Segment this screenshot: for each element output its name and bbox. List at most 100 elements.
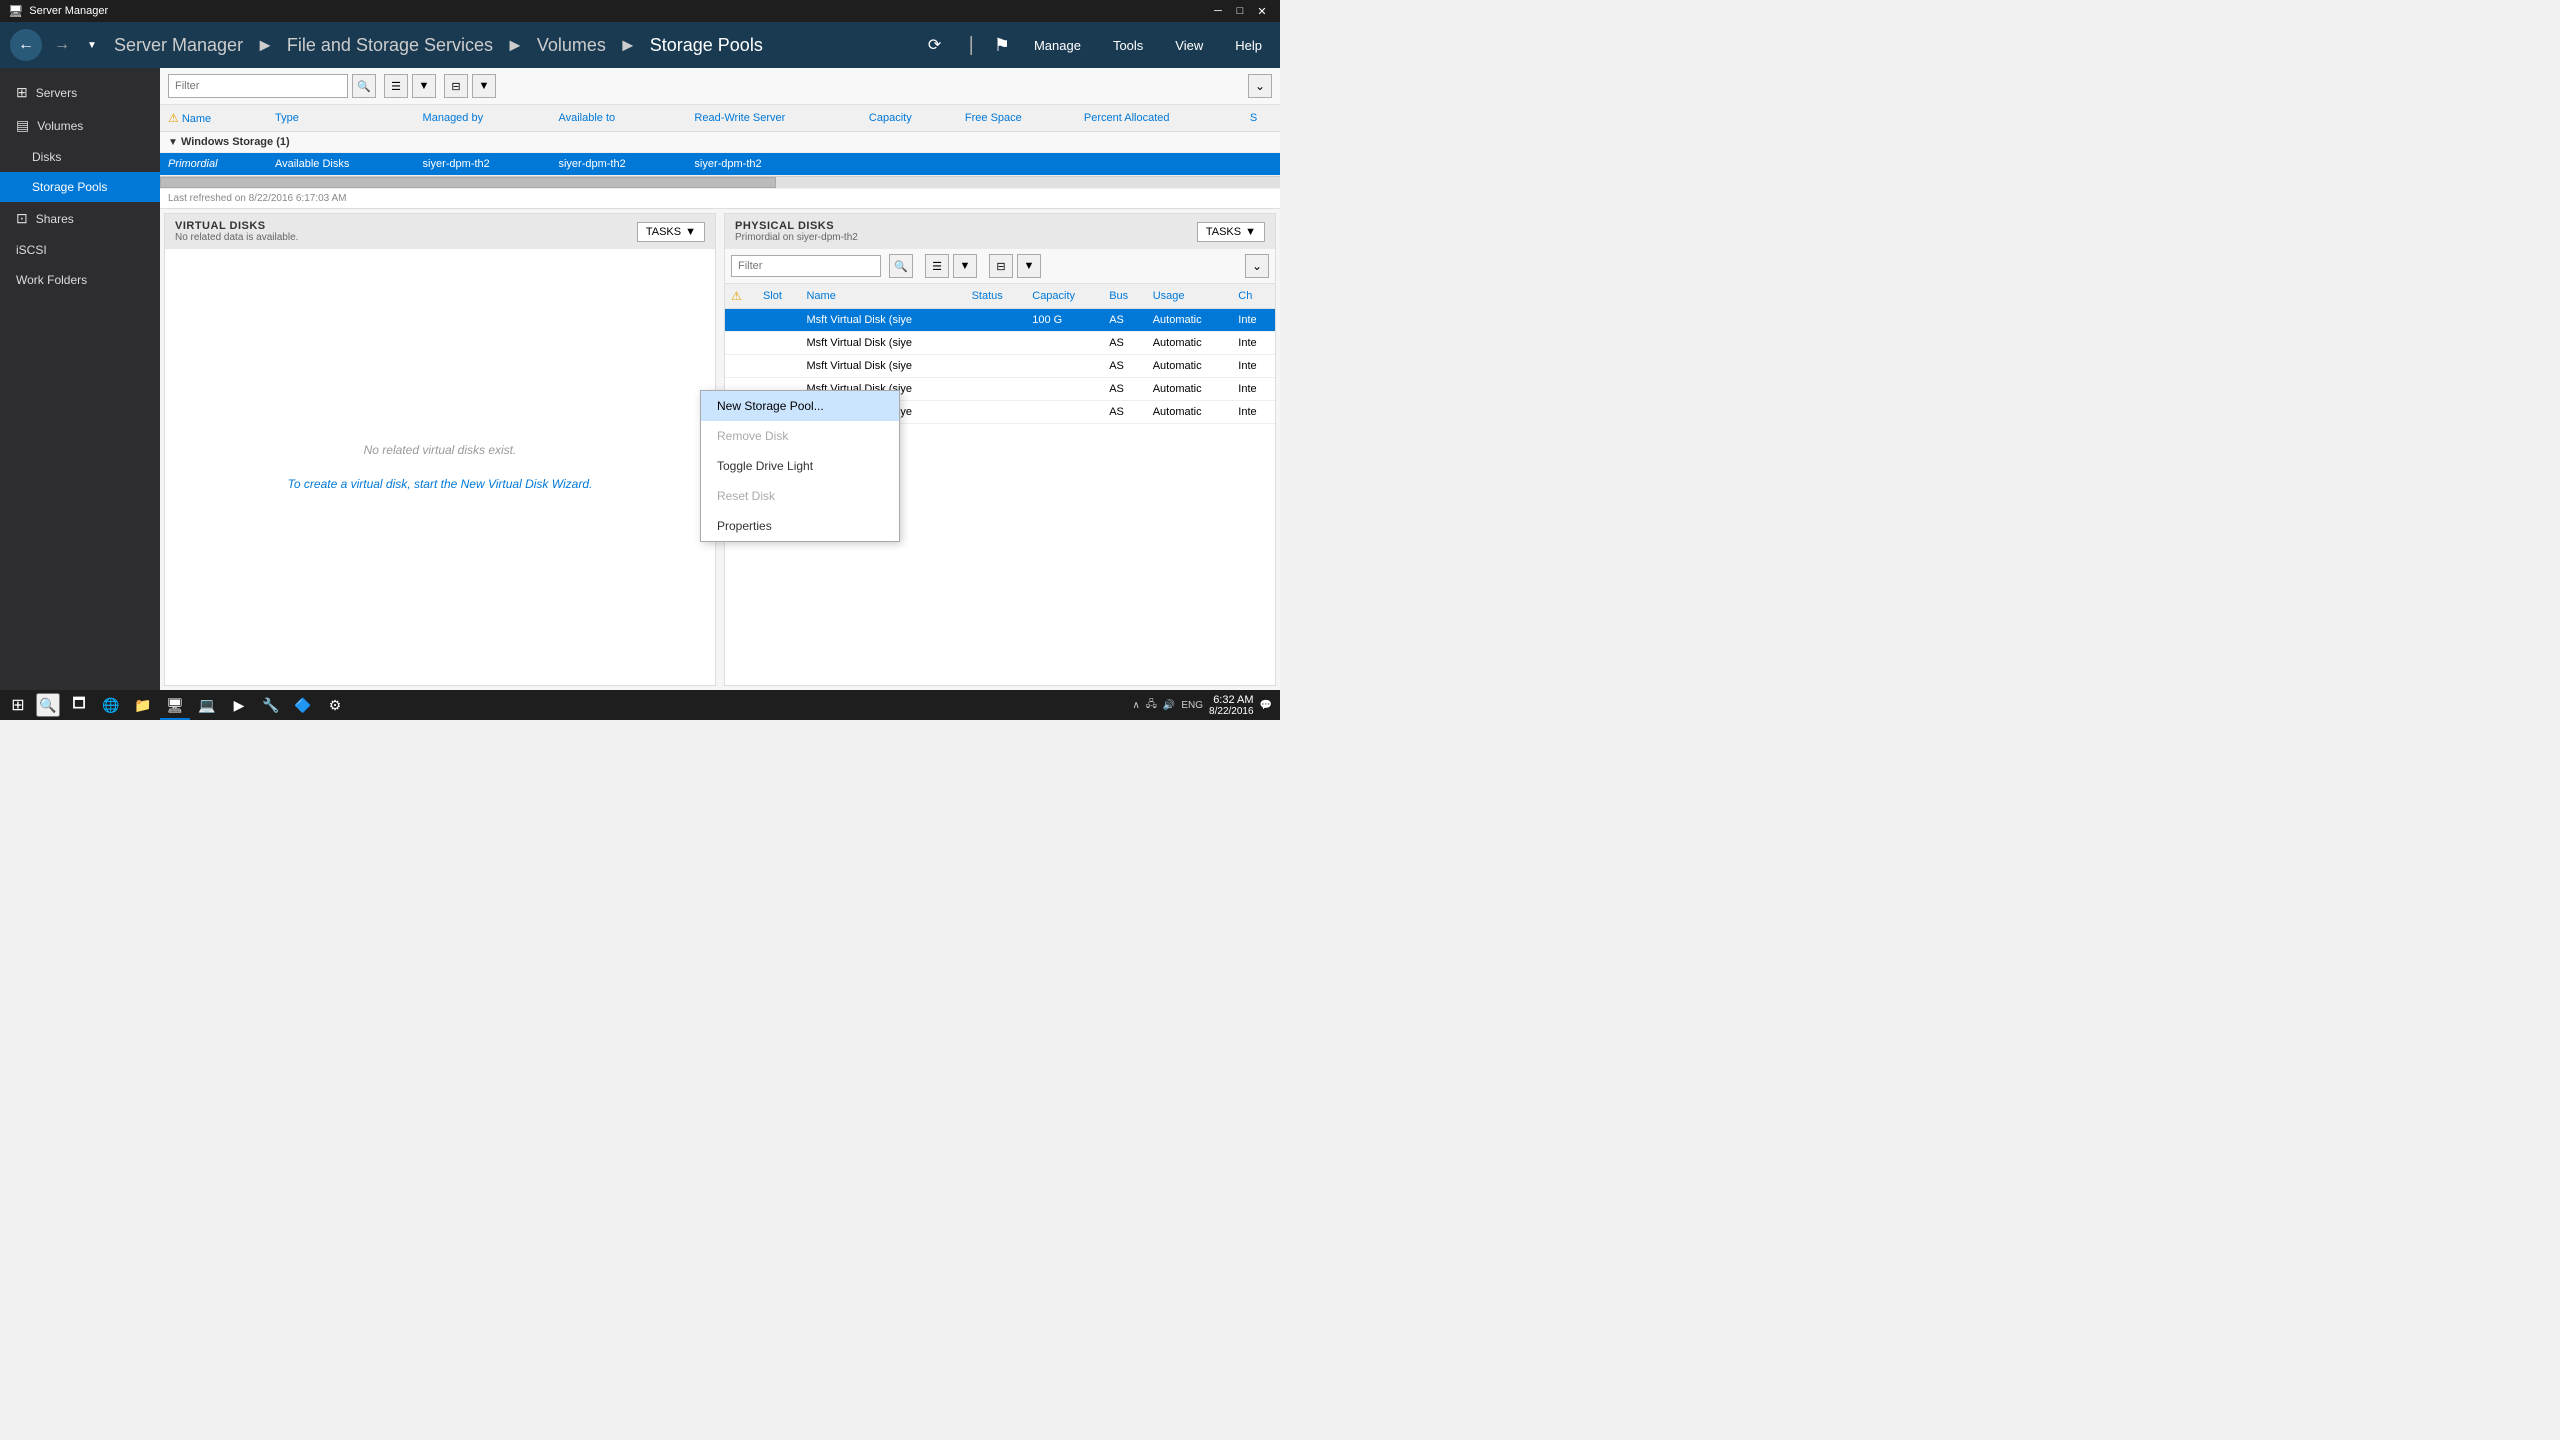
collapse-button[interactable]: ⌄ <box>1248 74 1272 98</box>
context-menu-toggle-drive-light[interactable]: Toggle Drive Light <box>701 451 899 481</box>
context-menu-remove-disk: Remove Disk <box>701 421 899 451</box>
refresh-button[interactable]: ⟳ <box>921 31 949 59</box>
col-header-free-space[interactable]: Free Space <box>957 105 1076 132</box>
view-menu[interactable]: View <box>1167 34 1211 57</box>
phys-sort-button[interactable]: ⊟ <box>989 254 1013 278</box>
sidebar-item-work-folders[interactable]: Work Folders <box>0 265 160 295</box>
col-header-capacity[interactable]: Capacity <box>861 105 957 132</box>
phys-list-view-button[interactable]: ☰ <box>925 254 949 278</box>
nav-dropdown-button[interactable]: ▼ <box>82 29 102 61</box>
sidebar-item-shares[interactable]: ⊡ Shares <box>0 202 160 235</box>
close-button[interactable]: ✕ <box>1252 3 1272 19</box>
sidebar-item-volumes[interactable]: ▤ Volumes <box>0 109 160 142</box>
breadcrumb-volumes[interactable]: Volumes <box>537 35 606 55</box>
help-menu[interactable]: Help <box>1227 34 1270 57</box>
tray-volume[interactable]: 🔊 <box>1163 700 1175 711</box>
taskbar-clock[interactable]: 6:32 AM 8/22/2016 <box>1209 694 1254 717</box>
phys-cell-status <box>966 309 1027 332</box>
phys-table-row[interactable]: Msft Virtual Disk (siye AS Automatic Int… <box>725 355 1275 378</box>
sidebar-label-shares: Shares <box>36 212 74 226</box>
tools-menu[interactable]: Tools <box>1105 34 1151 57</box>
phys-col-warning[interactable]: ⚠ <box>725 284 757 309</box>
phys-search-button[interactable]: 🔍 <box>889 254 913 278</box>
phys-sort-dropdown[interactable]: ▼ <box>1017 254 1041 278</box>
list-view-button[interactable]: ☰ <box>384 74 408 98</box>
sidebar-item-iscsi[interactable]: iSCSI <box>0 235 160 265</box>
sidebar-item-storage-pools[interactable]: Storage Pools <box>0 172 160 202</box>
phys-col-usage[interactable]: Usage <box>1147 284 1233 309</box>
breadcrumb: Server Manager ► File and Storage Servic… <box>110 35 921 56</box>
taskbar-app-tools[interactable]: 🔧 <box>256 690 286 720</box>
phys-view-group: ☰ ▼ <box>921 254 977 278</box>
start-button[interactable]: ⊞ <box>0 690 36 720</box>
back-button[interactable]: ← <box>10 29 42 61</box>
taskbar-app-explorer[interactable]: 📁 <box>128 690 158 720</box>
table-row[interactable]: Primordial Available Disks siyer-dpm-th2… <box>160 153 1280 176</box>
tray-chevron[interactable]: ∧ <box>1132 700 1139 711</box>
context-menu-properties[interactable]: Properties <box>701 511 899 541</box>
minimize-button[interactable]: ─ <box>1208 3 1228 19</box>
taskbar-app-powershell[interactable]: 🔷 <box>288 690 318 720</box>
taskbar-apps: 🗖 🌐 📁 🖥 💻 ▶ 🔧 🔷 ⚙ <box>64 690 350 720</box>
manage-menu[interactable]: Manage <box>1026 34 1089 57</box>
phys-view-dropdown[interactable]: ▼ <box>953 254 977 278</box>
sort-dropdown-button[interactable]: ▼ <box>472 74 496 98</box>
restore-button[interactable]: □ <box>1230 3 1250 19</box>
col-header-percent-allocated[interactable]: Percent Allocated <box>1076 105 1242 132</box>
col-header-managed-by[interactable]: Managed by <box>415 105 551 132</box>
phys-col-chassis[interactable]: Ch <box>1232 284 1275 309</box>
physical-disks-filter[interactable] <box>731 255 881 277</box>
flag-icon[interactable]: ⚑ <box>994 35 1010 56</box>
phys-cell-chassis: Inte <box>1232 309 1275 332</box>
physical-disks-tasks-button[interactable]: TASKS ▼ <box>1197 222 1265 242</box>
breadcrumb-separator-2: ► <box>506 35 529 55</box>
col-header-type[interactable]: Type <box>267 105 415 132</box>
breadcrumb-storage-pools[interactable]: Storage Pools <box>650 35 763 55</box>
virtual-disks-tasks-button[interactable]: TASKS ▼ <box>637 222 705 242</box>
breadcrumb-separator-3: ► <box>619 35 642 55</box>
physical-disks-tasks-label: TASKS <box>1206 226 1241 238</box>
taskbar-app-cmd[interactable]: ▶ <box>224 690 254 720</box>
horizontal-scrollbar[interactable] <box>160 176 1280 188</box>
scrollbar-thumb[interactable] <box>160 177 776 188</box>
phys-cell-capacity <box>1026 332 1103 355</box>
tray-notifications[interactable]: 💬 <box>1260 700 1272 711</box>
phys-collapse-button[interactable]: ⌄ <box>1245 254 1269 278</box>
create-virtual-disk-link[interactable]: To create a virtual disk, start the New … <box>288 477 593 491</box>
sort-button[interactable]: ⊟ <box>444 74 468 98</box>
taskbar-app-computer[interactable]: 💻 <box>192 690 222 720</box>
phys-cell-usage: Automatic <box>1147 332 1233 355</box>
cell-managed-by: siyer-dpm-th2 <box>415 153 551 176</box>
taskbar-app-ie[interactable]: 🌐 <box>96 690 126 720</box>
phys-table-row[interactable]: Msft Virtual Disk (siye 100 G AS Automat… <box>725 309 1275 332</box>
col-header-name[interactable]: ⚠ Name <box>160 105 267 132</box>
taskbar-tray: ∧ 🖧 🔊 ENG 6:32 AM 8/22/2016 💬 <box>1132 694 1280 717</box>
virtual-disks-panel: VIRTUAL DISKS No related data is availab… <box>164 213 716 686</box>
breadcrumb-file-storage[interactable]: File and Storage Services <box>287 35 493 55</box>
sidebar-item-servers[interactable]: ⊞ Servers <box>0 76 160 109</box>
col-header-s[interactable]: S <box>1242 105 1280 132</box>
collapse-group-icon[interactable]: ▼ <box>168 137 178 148</box>
col-header-available-to[interactable]: Available to <box>550 105 686 132</box>
taskbar-app-task-view[interactable]: 🗖 <box>64 690 94 720</box>
forward-button[interactable]: → <box>46 29 78 61</box>
sidebar-item-disks[interactable]: Disks <box>0 142 160 172</box>
phys-table-row[interactable]: Msft Virtual Disk (siye AS Automatic Int… <box>725 332 1275 355</box>
phys-col-name[interactable]: Name <box>800 284 965 309</box>
filter-input[interactable] <box>168 74 348 98</box>
navigation-bar: ← → ▼ Server Manager ► File and Storage … <box>0 22 1280 68</box>
view-dropdown-button[interactable]: ▼ <box>412 74 436 98</box>
search-button[interactable]: 🔍 <box>352 74 376 98</box>
col-header-read-write[interactable]: Read-Write Server <box>686 105 861 132</box>
phys-col-status[interactable]: Status <box>966 284 1027 309</box>
phys-cell-warn <box>725 309 757 332</box>
taskbar-search-button[interactable]: 🔍 <box>36 693 60 717</box>
phys-col-capacity[interactable]: Capacity <box>1026 284 1103 309</box>
phys-col-bus[interactable]: Bus <box>1103 284 1147 309</box>
taskbar-app-server-manager[interactable]: 🖥 <box>160 690 190 720</box>
context-menu-new-storage-pool[interactable]: New Storage Pool... <box>701 391 899 421</box>
phys-col-slot[interactable]: Slot <box>757 284 801 309</box>
breadcrumb-server-manager[interactable]: Server Manager <box>114 35 243 55</box>
phys-cell-capacity <box>1026 355 1103 378</box>
taskbar-app-settings[interactable]: ⚙ <box>320 690 350 720</box>
